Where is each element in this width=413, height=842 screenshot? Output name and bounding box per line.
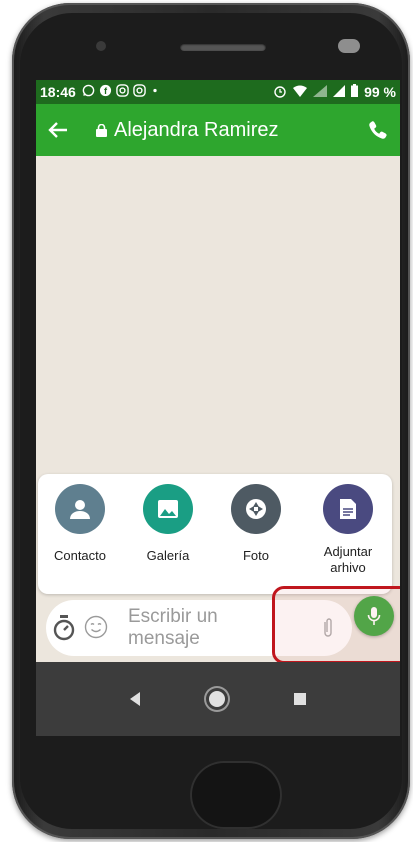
proximity-sensor	[338, 39, 360, 53]
android-navigation-bar	[36, 662, 400, 736]
instagram-icon	[116, 84, 129, 100]
phone-icon	[369, 121, 387, 139]
stopwatch-icon[interactable]	[52, 615, 76, 646]
attach-file-circle[interactable]	[323, 484, 373, 534]
instagram-icon	[133, 84, 146, 100]
back-button[interactable]	[36, 104, 80, 156]
attach-file-label: Adjuntar arhivo	[323, 544, 373, 575]
battery-icon	[351, 84, 359, 100]
notification-icons: f	[82, 84, 160, 100]
system-icons: 99 %	[273, 84, 396, 101]
nav-back-icon[interactable]	[130, 692, 141, 706]
status-bar: 18:46 f 99 %	[36, 80, 400, 104]
attach-photo[interactable]: Foto	[216, 484, 296, 564]
document-icon	[340, 499, 356, 519]
attach-photo-circle[interactable]	[231, 484, 281, 534]
arrow-left-icon	[48, 122, 67, 138]
nav-home-icon[interactable]	[208, 691, 225, 707]
alarm-icon	[273, 84, 287, 101]
front-camera	[96, 41, 106, 51]
contact-name[interactable]: Alejandra Ramirez	[114, 119, 279, 142]
image-icon	[158, 500, 178, 518]
chat-header: Alejandra Ramirez	[36, 104, 400, 156]
attach-file[interactable]: Adjuntar arhivo	[308, 484, 388, 576]
attach-gallery[interactable]: Galería	[128, 484, 208, 564]
chat-messages-area	[36, 156, 400, 474]
attach-gallery-label: Galería	[146, 548, 190, 563]
signal-4g-icon	[313, 84, 328, 100]
whatsapp-icon	[82, 84, 95, 100]
lock-icon	[90, 123, 112, 137]
status-time: 18:46	[40, 84, 76, 100]
attach-photo-label: Foto	[242, 548, 269, 563]
more-notifications-dot	[150, 84, 160, 100]
person-icon	[70, 500, 90, 519]
attach-gallery-circle[interactable]	[143, 484, 193, 534]
message-input[interactable]: Escribir un mensaje	[128, 606, 268, 650]
signal-icon	[333, 84, 346, 100]
attach-contact-label: Contacto	[53, 548, 107, 563]
wifi-icon	[293, 85, 308, 100]
phone-screen: 18:46 f 99 % Alejandra Ramirez Contacto …	[36, 80, 400, 736]
call-button[interactable]	[356, 104, 400, 156]
nav-recents-icon[interactable]	[293, 693, 306, 705]
battery-percent: 99 %	[364, 84, 396, 100]
facebook-icon: f	[99, 84, 112, 100]
highlight-box	[272, 586, 400, 664]
attach-contact[interactable]: Contacto	[40, 484, 120, 564]
fingerprint-home-button[interactable]	[190, 761, 282, 829]
attach-contact-circle[interactable]	[55, 484, 105, 534]
attachment-sheet: Contacto Galería Foto Adjuntar arhivo	[38, 474, 392, 594]
earpiece-speaker	[180, 43, 266, 51]
camera-shutter-icon	[246, 499, 266, 519]
emoji-icon[interactable]	[84, 615, 108, 644]
